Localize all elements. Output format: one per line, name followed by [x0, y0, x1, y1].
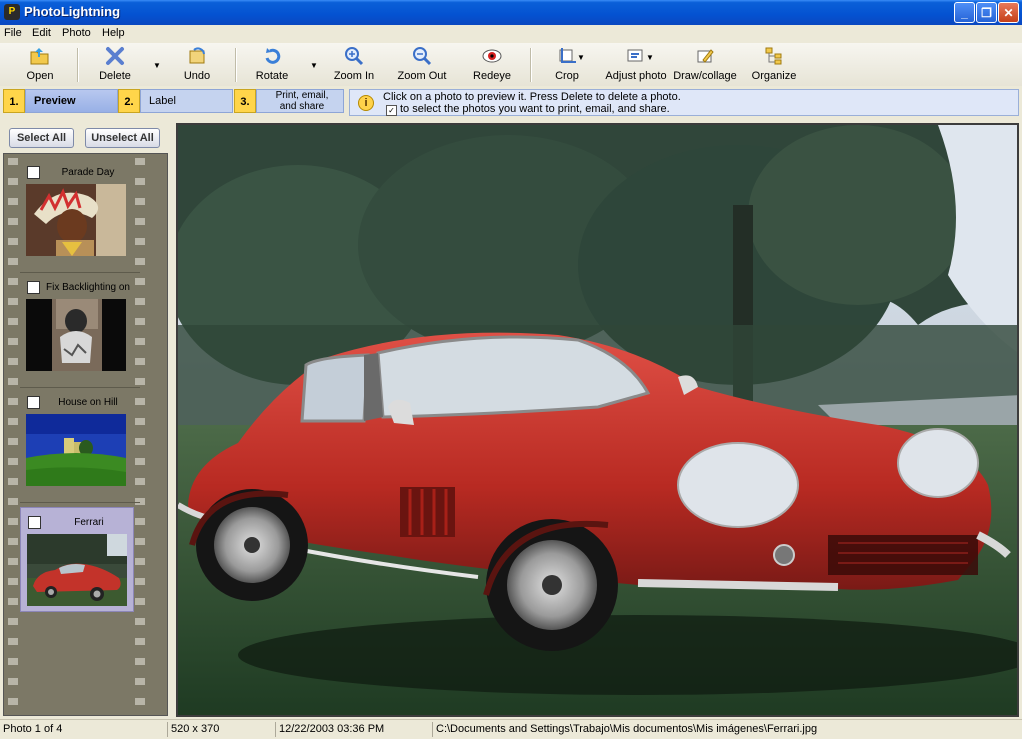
film-holes-left: [8, 158, 18, 715]
eye-icon: [482, 49, 502, 63]
preview-image-ferrari[interactable]: [176, 123, 1019, 717]
checkbox-sample-icon: ✓: [386, 105, 397, 116]
thumbnail-house-on-hill: [26, 414, 126, 486]
preview-area: [174, 120, 1022, 718]
photo-caption: House on Hill: [58, 397, 118, 408]
step-print-email-share[interactable]: 3. Print, email, and share: [234, 89, 344, 113]
window-title: PhotoLightning: [24, 4, 121, 19]
toolbar-separator: [530, 48, 532, 82]
menu-edit[interactable]: Edit: [32, 27, 51, 39]
status-dimensions: 520 x 370: [167, 722, 273, 737]
filmstrip[interactable]: Parade Day Fix Backlighting on House on …: [3, 153, 168, 716]
open-button[interactable]: Open: [20, 46, 60, 84]
crop-button[interactable]: Crop: [550, 46, 584, 84]
delete-dropdown-arrow-icon[interactable]: ▼: [153, 61, 161, 70]
status-photo-count: Photo 1 of 4: [3, 723, 63, 735]
adjust-photo-button[interactable]: Adjust photo: [603, 46, 669, 84]
minimize-button[interactable]: _: [954, 2, 975, 23]
draw-collage-button[interactable]: Draw/collage: [672, 46, 738, 84]
status-bar: Photo 1 of 4 520 x 370 12/22/2003 03:36 …: [0, 719, 1022, 739]
photo-list-panel: Select All Unselect All Parade Day Fix B…: [0, 120, 172, 718]
toolbar: Open Delete ▼ Undo Rotate ▼ Zoom In Zoom…: [0, 43, 1022, 87]
zoom-out-button[interactable]: Zoom Out: [397, 46, 447, 84]
delete-button[interactable]: Delete: [95, 46, 135, 84]
delete-x-icon: [106, 47, 124, 65]
zoom-in-button[interactable]: Zoom In: [332, 46, 376, 84]
title-bar: P PhotoLightning _ ❐ ✕: [0, 0, 1022, 25]
photo-checkbox[interactable]: [27, 166, 40, 179]
status-file-path: C:\Documents and Settings\Trabajo\Mis do…: [432, 722, 1021, 737]
crop-dropdown-arrow-icon[interactable]: ▼: [577, 53, 585, 62]
zoom-in-icon: [345, 47, 364, 66]
close-button[interactable]: ✕: [998, 2, 1019, 23]
select-all-button[interactable]: Select All: [9, 128, 74, 148]
undo-button[interactable]: Undo: [177, 46, 217, 84]
redeye-button[interactable]: Redeye: [471, 46, 513, 84]
app-icon: P: [4, 4, 20, 20]
photo-item-parade-day[interactable]: Parade Day: [20, 158, 132, 268]
menu-bar: File Edit Photo Help: [0, 25, 1022, 43]
draw-collage-icon: [697, 49, 714, 63]
toolbar-separator: [77, 48, 79, 82]
photo-item-ferrari[interactable]: Ferrari: [20, 507, 134, 612]
photo-checkbox[interactable]: [28, 516, 41, 529]
info-line-2: ✓ to select the photos you want to print,…: [386, 103, 670, 116]
thumbnail-ferrari: [27, 534, 127, 606]
info-icon: i: [358, 95, 374, 111]
adjust-photo-icon: [627, 49, 643, 62]
photo-item-fix-backlighting[interactable]: Fix Backlighting on: [20, 273, 132, 383]
steps-bar: 1. Preview 2. Label 3. Print, email, and…: [0, 86, 1022, 118]
info-line-1: Click on a photo to preview it. Press De…: [383, 91, 681, 103]
rotate-button[interactable]: Rotate: [252, 46, 292, 84]
frame-separator: [20, 502, 140, 503]
maximize-button[interactable]: ❐: [976, 2, 997, 23]
photo-caption: Fix Backlighting on: [46, 282, 130, 293]
photo-item-house-on-hill[interactable]: House on Hill: [20, 388, 132, 498]
thumbnail-fix-backlighting: [26, 299, 126, 371]
thumbnail-parade-day: [26, 184, 126, 256]
photo-caption: Ferrari: [74, 517, 104, 528]
rotate-dropdown-arrow-icon[interactable]: ▼: [310, 61, 318, 70]
film-holes-right: [135, 158, 145, 715]
photo-checkbox[interactable]: [27, 281, 40, 294]
adjust-dropdown-arrow-icon[interactable]: ▼: [646, 53, 654, 62]
status-datetime: 12/22/2003 03:36 PM: [275, 722, 429, 737]
crop-icon: [559, 48, 576, 63]
menu-photo[interactable]: Photo: [62, 27, 91, 39]
organize-button[interactable]: Organize: [751, 46, 797, 84]
unselect-all-button[interactable]: Unselect All: [85, 128, 160, 148]
photo-caption: Parade Day: [61, 167, 115, 178]
menu-help[interactable]: Help: [102, 27, 125, 39]
organize-icon: [765, 47, 782, 65]
step-preview[interactable]: 1. Preview: [3, 89, 118, 113]
open-folder-icon: [30, 48, 49, 65]
photo-checkbox[interactable]: [27, 396, 40, 409]
info-box: i Click on a photo to preview it. Press …: [349, 89, 1019, 116]
menu-file[interactable]: File: [4, 27, 22, 39]
rotate-icon: [265, 48, 281, 64]
step-label[interactable]: 2. Label: [118, 89, 233, 113]
toolbar-separator: [235, 48, 237, 82]
zoom-out-icon: [413, 47, 432, 66]
undo-icon: [189, 47, 205, 64]
